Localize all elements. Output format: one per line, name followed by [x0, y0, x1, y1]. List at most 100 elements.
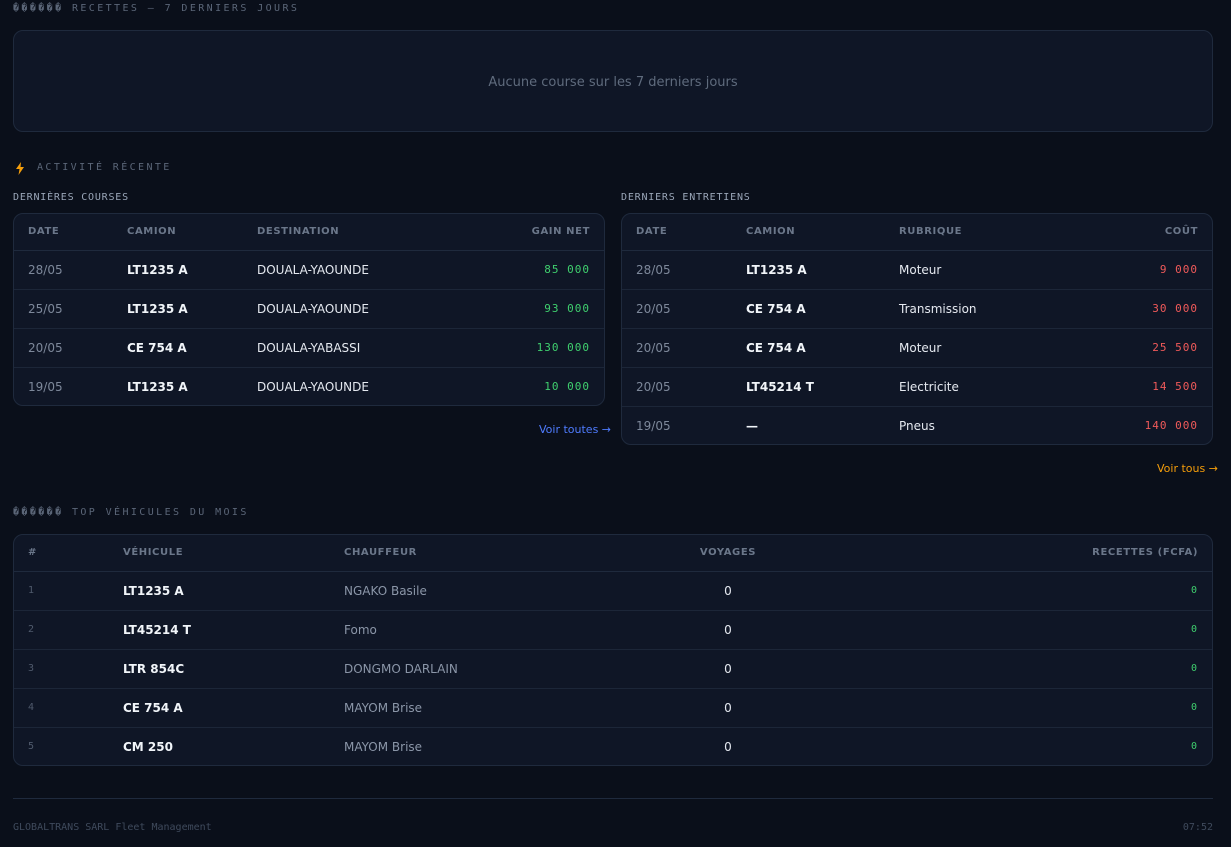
column-header-category: RUBRIQUE [899, 214, 1067, 251]
view-all-trips-link[interactable]: Voir toutes → [539, 423, 611, 436]
table-row[interactable]: 20/05 CE 754 A Transmission 30 000 [622, 289, 1212, 329]
trip-truck: CE 754 A [127, 328, 257, 368]
maintenance-cost: 25 500 [1066, 328, 1212, 368]
vehicle-driver: MAYOM Brise [344, 688, 584, 728]
vehicle-rank: 2 [14, 610, 123, 650]
recent-maintenance-table-card: DATE CAMION RUBRIQUE COÛT 28/05 LT1235 AM… [621, 213, 1213, 445]
recent-trips-title: DERNIÈRES COURSES [13, 192, 129, 203]
vehicle-revenue: 0 [872, 571, 1212, 611]
table-row[interactable]: 28/05 LT1235 A Moteur 9 000 [622, 250, 1212, 290]
vehicle-revenue: 0 [872, 688, 1212, 728]
table-row[interactable]: 19/05 — Pneus 140 000 [622, 406, 1212, 444]
vehicle-revenue: 0 [1190, 741, 1198, 753]
maintenance-cost: 30 000 [1066, 289, 1212, 329]
trip-date: 20/05 [14, 328, 127, 368]
table-row[interactable]: 3 LTR 854C DONGMO DARLAIN 0 0 [14, 649, 1212, 689]
trip-truck: LT1235 A [127, 289, 257, 329]
vehicle-driver: DONGMO DARLAIN [344, 649, 584, 689]
lightning-icon [15, 160, 25, 175]
vehicle-plate: LT1235 A [123, 571, 344, 611]
vehicle-revenue: 0 [872, 649, 1212, 689]
maintenance-truck: LT45214 T [746, 367, 899, 407]
maintenance-date: 20/05 [622, 289, 746, 329]
vehicle-plate: CE 754 A [123, 688, 344, 728]
trip-net-gain: 85 000 [467, 250, 604, 290]
maintenance-cost: 140 000 [1144, 419, 1198, 433]
maintenance-truck: LT1235 A [746, 250, 899, 290]
table-header-row: DATE CAMION RUBRIQUE COÛT [622, 214, 1212, 251]
table-header-row: DATE CAMION DESTINATION GAIN NET [14, 214, 604, 251]
top-vehicles-section-title: ������ TOP VÉHICULES DU MOIS [13, 507, 249, 518]
vehicle-driver: MAYOM Brise [344, 739, 423, 754]
footer-brand: GLOBALTRANS SARL Fleet Management [13, 822, 212, 833]
column-header-destination: DESTINATION [257, 214, 468, 251]
vehicle-rank: 3 [14, 649, 123, 689]
trip-date: 19/05 [28, 379, 63, 394]
trip-truck: LT1235 A [127, 250, 257, 290]
footer-divider [13, 798, 1213, 799]
table-row[interactable]: 4 CE 754 A MAYOM Brise 0 0 [14, 688, 1212, 728]
column-header-net-gain: GAIN NET [467, 214, 604, 251]
maintenance-category: Moteur [899, 328, 1067, 368]
revenue-section-title: ������ RECETTES — 7 DERNIERS JOURS [13, 3, 300, 14]
maintenance-cost: 14 500 [1066, 367, 1212, 407]
column-header-driver: CHAUFFEUR [344, 535, 584, 572]
table-row[interactable]: 20/05 LT45214 T Electricite 14 500 [622, 367, 1212, 407]
recent-maintenance-title: DERNIERS ENTRETIENS [621, 192, 751, 203]
activity-section-title: ACTIVITÉ RÉCENTE [37, 162, 172, 173]
revenue-empty-message: Aucune course sur les 7 derniers jours [488, 75, 738, 90]
trip-net-gain: 130 000 [467, 328, 604, 368]
column-header-date: DATE [622, 214, 746, 251]
maintenance-truck: — [746, 418, 758, 433]
trip-net-gain: 93 000 [467, 289, 604, 329]
vehicle-trips: 0 [584, 571, 872, 611]
table-row[interactable]: 2 LT45214 T Fomo 0 0 [14, 610, 1212, 650]
maintenance-cost: 9 000 [1066, 250, 1212, 290]
maintenance-truck: CE 754 A [746, 328, 899, 368]
maintenance-date: 20/05 [622, 328, 746, 368]
vehicle-rank: 4 [14, 688, 123, 728]
vehicle-plate: LT45214 T [123, 610, 344, 650]
trip-destination: DOUALA-YABASSI [257, 328, 468, 368]
vehicle-trips: 0 [584, 649, 872, 689]
vehicle-rank: 5 [28, 741, 35, 753]
vehicle-trips: 0 [584, 610, 872, 650]
maintenance-truck: CE 754 A [746, 289, 899, 329]
column-header-truck: CAMION [127, 214, 257, 251]
view-all-maintenance-link[interactable]: Voir tous → [1157, 462, 1218, 475]
table-row[interactable]: 20/05 CE 754 A DOUALA-YABASSI 130 000 [14, 328, 604, 368]
trip-destination: DOUALA-YAOUNDE [257, 379, 369, 394]
vehicle-revenue: 0 [872, 610, 1212, 650]
recent-trips-table-card: DATE CAMION DESTINATION GAIN NET 28/05 LT… [13, 213, 605, 406]
trip-net-gain: 10 000 [544, 380, 590, 394]
top-vehicles-table: # VÉHICULE CHAUFFEUR VOYAGES RECETTES (F… [14, 535, 1212, 765]
maintenance-category: Pneus [899, 418, 935, 433]
table-row[interactable]: 28/05 LT1235 A DOUALA-YAOUNDE 85 000 [14, 250, 604, 290]
vehicle-plate: CM 250 [123, 739, 173, 754]
vehicle-trips: 0 [584, 688, 872, 728]
maintenance-date: 19/05 [636, 418, 671, 433]
vehicle-plate: LTR 854C [123, 649, 344, 689]
trip-date: 28/05 [14, 250, 127, 290]
maintenance-date: 20/05 [622, 367, 746, 407]
table-row[interactable]: 5 CM 250 MAYOM Brise 0 0 [14, 727, 1212, 765]
vehicle-driver: NGAKO Basile [344, 571, 584, 611]
trip-truck: LT1235 A [127, 379, 188, 394]
column-header-trips: VOYAGES [584, 535, 872, 572]
table-row[interactable]: 1 LT1235 A NGAKO Basile 0 0 [14, 571, 1212, 611]
footer-clock: 07:52 [1182, 822, 1213, 833]
table-row[interactable]: 25/05 LT1235 A DOUALA-YAOUNDE 93 000 [14, 289, 604, 329]
column-header-revenue: RECETTES (FCFA) [872, 535, 1212, 572]
vehicle-driver: Fomo [344, 610, 584, 650]
trip-date: 25/05 [14, 289, 127, 329]
top-vehicles-table-card: # VÉHICULE CHAUFFEUR VOYAGES RECETTES (F… [13, 534, 1213, 766]
column-header-vehicle: VÉHICULE [123, 535, 344, 572]
column-header-truck: CAMION [746, 214, 899, 251]
column-header-cost: COÛT [1066, 214, 1212, 251]
maintenance-category: Electricite [899, 367, 1067, 407]
column-header-rank: # [14, 535, 123, 572]
trip-destination: DOUALA-YAOUNDE [257, 250, 468, 290]
table-row[interactable]: 19/05 LT1235 A DOUALA-YAOUNDE 10 000 [14, 367, 604, 405]
table-row[interactable]: 20/05 CE 754 A Moteur 25 500 [622, 328, 1212, 368]
maintenance-category: Moteur [899, 250, 1067, 290]
